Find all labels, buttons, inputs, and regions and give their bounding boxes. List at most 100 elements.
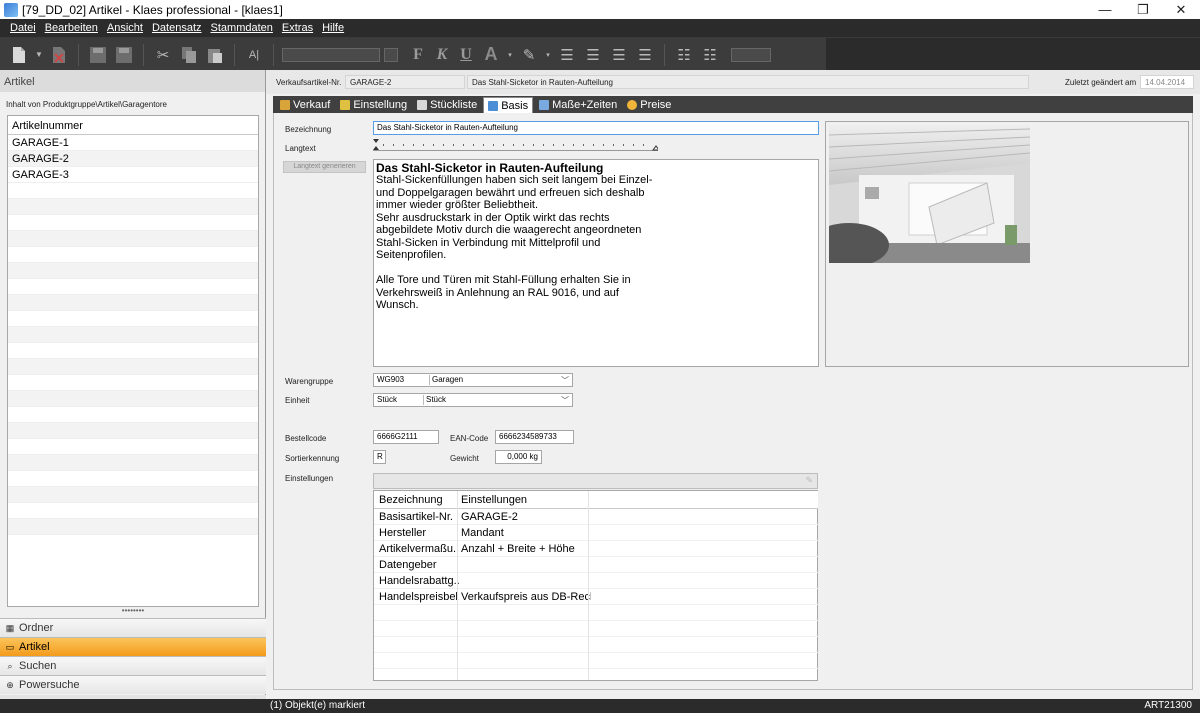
einheit-combo[interactable]: Stück Stück ﹀ (373, 393, 573, 407)
chevron-down-icon: ﹀ (561, 396, 569, 405)
dropdown-arrow-icon[interactable]: ▼ (35, 45, 43, 65)
align-right-icon[interactable]: ☰ (609, 45, 629, 65)
langtext-editor[interactable]: Das Stahl-Sicketor in Rauten-Aufteilung … (373, 159, 819, 367)
font-size-combo[interactable] (384, 47, 398, 62)
spellcheck-icon[interactable]: A| (244, 45, 264, 65)
record-header: Verkaufsartikel-Nr. GARAGE-2 Das Stahl-S… (266, 70, 1200, 94)
einheit-name: Stück (426, 395, 447, 404)
last-changed-label: Zuletzt geändert am (1065, 78, 1137, 87)
menu-datei[interactable]: Datei (10, 22, 36, 34)
nav-artikel[interactable]: ▭ Artikel (0, 637, 266, 656)
nav-ordner[interactable]: ▦ Ordner (0, 618, 266, 637)
column-header-einstellungen[interactable]: Einstellungen (461, 494, 591, 506)
panel-splitter[interactable]: •••••••• (0, 607, 266, 617)
settings-filter-bar[interactable]: ✎ (373, 473, 818, 489)
highlight-icon[interactable]: ✎ (519, 45, 539, 65)
sortierkennung-input[interactable]: R (373, 450, 386, 464)
menu-ansicht[interactable]: Ansicht (107, 22, 143, 34)
app-icon (4, 2, 18, 17)
tab-basis[interactable]: Basis (483, 97, 534, 113)
bezeichnung-input[interactable]: Das Stahl-Sicketor in Rauten-Aufteilung (373, 121, 819, 135)
tab-preise[interactable]: Preise (623, 97, 675, 113)
article-no-value: GARAGE-2 (345, 75, 465, 89)
nav-label: Powersuche (19, 679, 80, 691)
article-image-box[interactable] (825, 121, 1189, 367)
main-area: Verkaufsartikel-Nr. GARAGE-2 Das Stahl-S… (266, 70, 1200, 699)
menu-extras[interactable]: Extras (282, 22, 313, 34)
nav-powersuche[interactable]: ⊕ Powersuche (0, 675, 266, 694)
menu-datensatz[interactable]: Datensatz (152, 22, 202, 34)
gewicht-input[interactable]: 0,000 kg (495, 450, 542, 464)
langtext-generate-button[interactable]: Langtext generieren (283, 161, 366, 173)
cut-icon[interactable]: ✂ (153, 45, 173, 65)
status-bar: (1) Objekt(e) markiert ART21300 (0, 699, 1200, 713)
langtext-title: Das Stahl-Sicketor in Rauten-Aufteilung (376, 161, 604, 175)
save-icon[interactable] (88, 45, 108, 65)
indent-combo[interactable] (731, 47, 771, 62)
tab-masse-zeiten[interactable]: Maße+Zeiten (535, 97, 621, 113)
maximize-button[interactable]: ❐ (1124, 0, 1162, 19)
underline-button[interactable]: U (454, 46, 478, 64)
edit-pencil-icon[interactable]: ✎ (805, 475, 813, 486)
last-changed-date[interactable]: 14.04.2014 (1140, 75, 1194, 89)
table-row[interactable]: Datengeber (374, 557, 818, 573)
langtext-body: Stahl-Sickenfüllungen haben sich seit la… (376, 174, 653, 311)
dropdown-arrow-icon[interactable]: ▾ (545, 45, 551, 65)
list-item[interactable]: GARAGE-3 (8, 167, 258, 183)
tab-verkauf[interactable]: Verkauf (276, 97, 334, 113)
font-color-icon[interactable]: A (481, 44, 501, 65)
nav-label: Artikel (19, 641, 50, 653)
justify-icon[interactable]: ☰ (635, 45, 655, 65)
ean-input[interactable]: 6666234589733 (495, 430, 574, 444)
bestellcode-input[interactable]: 6666G2111 (373, 430, 439, 444)
copy-icon[interactable] (179, 45, 199, 65)
tab-stueckliste[interactable]: Stückliste (413, 97, 481, 113)
menu-hilfe[interactable]: Hilfe (322, 22, 344, 34)
warengruppe-label: Warengruppe (285, 377, 334, 386)
einheit-code: Stück (377, 395, 398, 404)
bullet-list-icon[interactable]: ☷ (674, 45, 694, 65)
table-row[interactable]: Handelspreisbel... Verkaufspreis aus DB-R… (374, 589, 818, 605)
basis-tab-content: Bezeichnung Das Stahl-Sicketor in Rauten… (273, 113, 1193, 690)
align-left-icon[interactable]: ☰ (557, 45, 577, 65)
tab-einstellung[interactable]: Einstellung (336, 97, 411, 113)
column-header-artikelnummer[interactable]: Artikelnummer (8, 116, 258, 135)
toolbar: ▼ ✂ A| F K U A ▾ ✎ ▾ ☰ ☰ ☰ ☰ ☷ ☷ (0, 37, 1200, 71)
search-icon: ⌕ (7, 660, 13, 671)
font-name-combo[interactable] (282, 47, 380, 62)
italic-button[interactable]: K (430, 46, 454, 64)
new-document-icon[interactable] (9, 45, 29, 65)
table-row[interactable]: Handelsrabattg... (374, 573, 818, 589)
price-icon (627, 100, 638, 110)
window-title: [79_DD_02] Artikel - Klaes professional … (22, 2, 283, 17)
menu-bearbeiten[interactable]: Bearbeiten (45, 22, 98, 34)
numbered-list-icon[interactable]: ☷ (700, 45, 720, 65)
menu-stammdaten[interactable]: Stammdaten (211, 22, 273, 34)
table-row[interactable]: Basisartikel-Nr. GARAGE-2 (374, 509, 818, 525)
text-ruler[interactable] (373, 139, 660, 151)
bezeichnung-label: Bezeichnung (285, 125, 332, 134)
dropdown-arrow-icon[interactable]: ▾ (507, 45, 513, 65)
nav-label: Suchen (19, 660, 57, 672)
align-center-icon[interactable]: ☰ (583, 45, 603, 65)
column-header-bezeichnung[interactable]: Bezeichnung (379, 494, 459, 506)
table-row[interactable]: Hersteller Mandant (374, 525, 818, 541)
warengruppe-code: WG903 (377, 375, 405, 384)
paste-icon[interactable] (205, 45, 225, 65)
status-code: ART21300 (1144, 700, 1192, 711)
panel-header: Artikel (0, 70, 265, 92)
list-item-selected[interactable]: GARAGE-2 (8, 151, 258, 167)
close-button[interactable]: ✕ (1162, 0, 1200, 19)
save-all-icon[interactable] (114, 45, 134, 65)
minimize-button[interactable]: — (1086, 0, 1124, 19)
list-item[interactable]: GARAGE-1 (8, 135, 258, 151)
warengruppe-combo[interactable]: WG903 Garagen ﹀ (373, 373, 573, 387)
delete-icon[interactable] (49, 45, 69, 65)
table-row[interactable]: Artikelvermaßu... Anzahl + Breite + Höhe (374, 541, 818, 557)
sale-icon (280, 100, 290, 110)
folder-icon: ▭ (5, 641, 15, 652)
nav-suchen[interactable]: ⌕ Suchen (0, 656, 266, 675)
garage-photo (829, 125, 1030, 263)
bold-button[interactable]: F (406, 46, 430, 64)
bestellcode-label: Bestellcode (285, 434, 327, 443)
